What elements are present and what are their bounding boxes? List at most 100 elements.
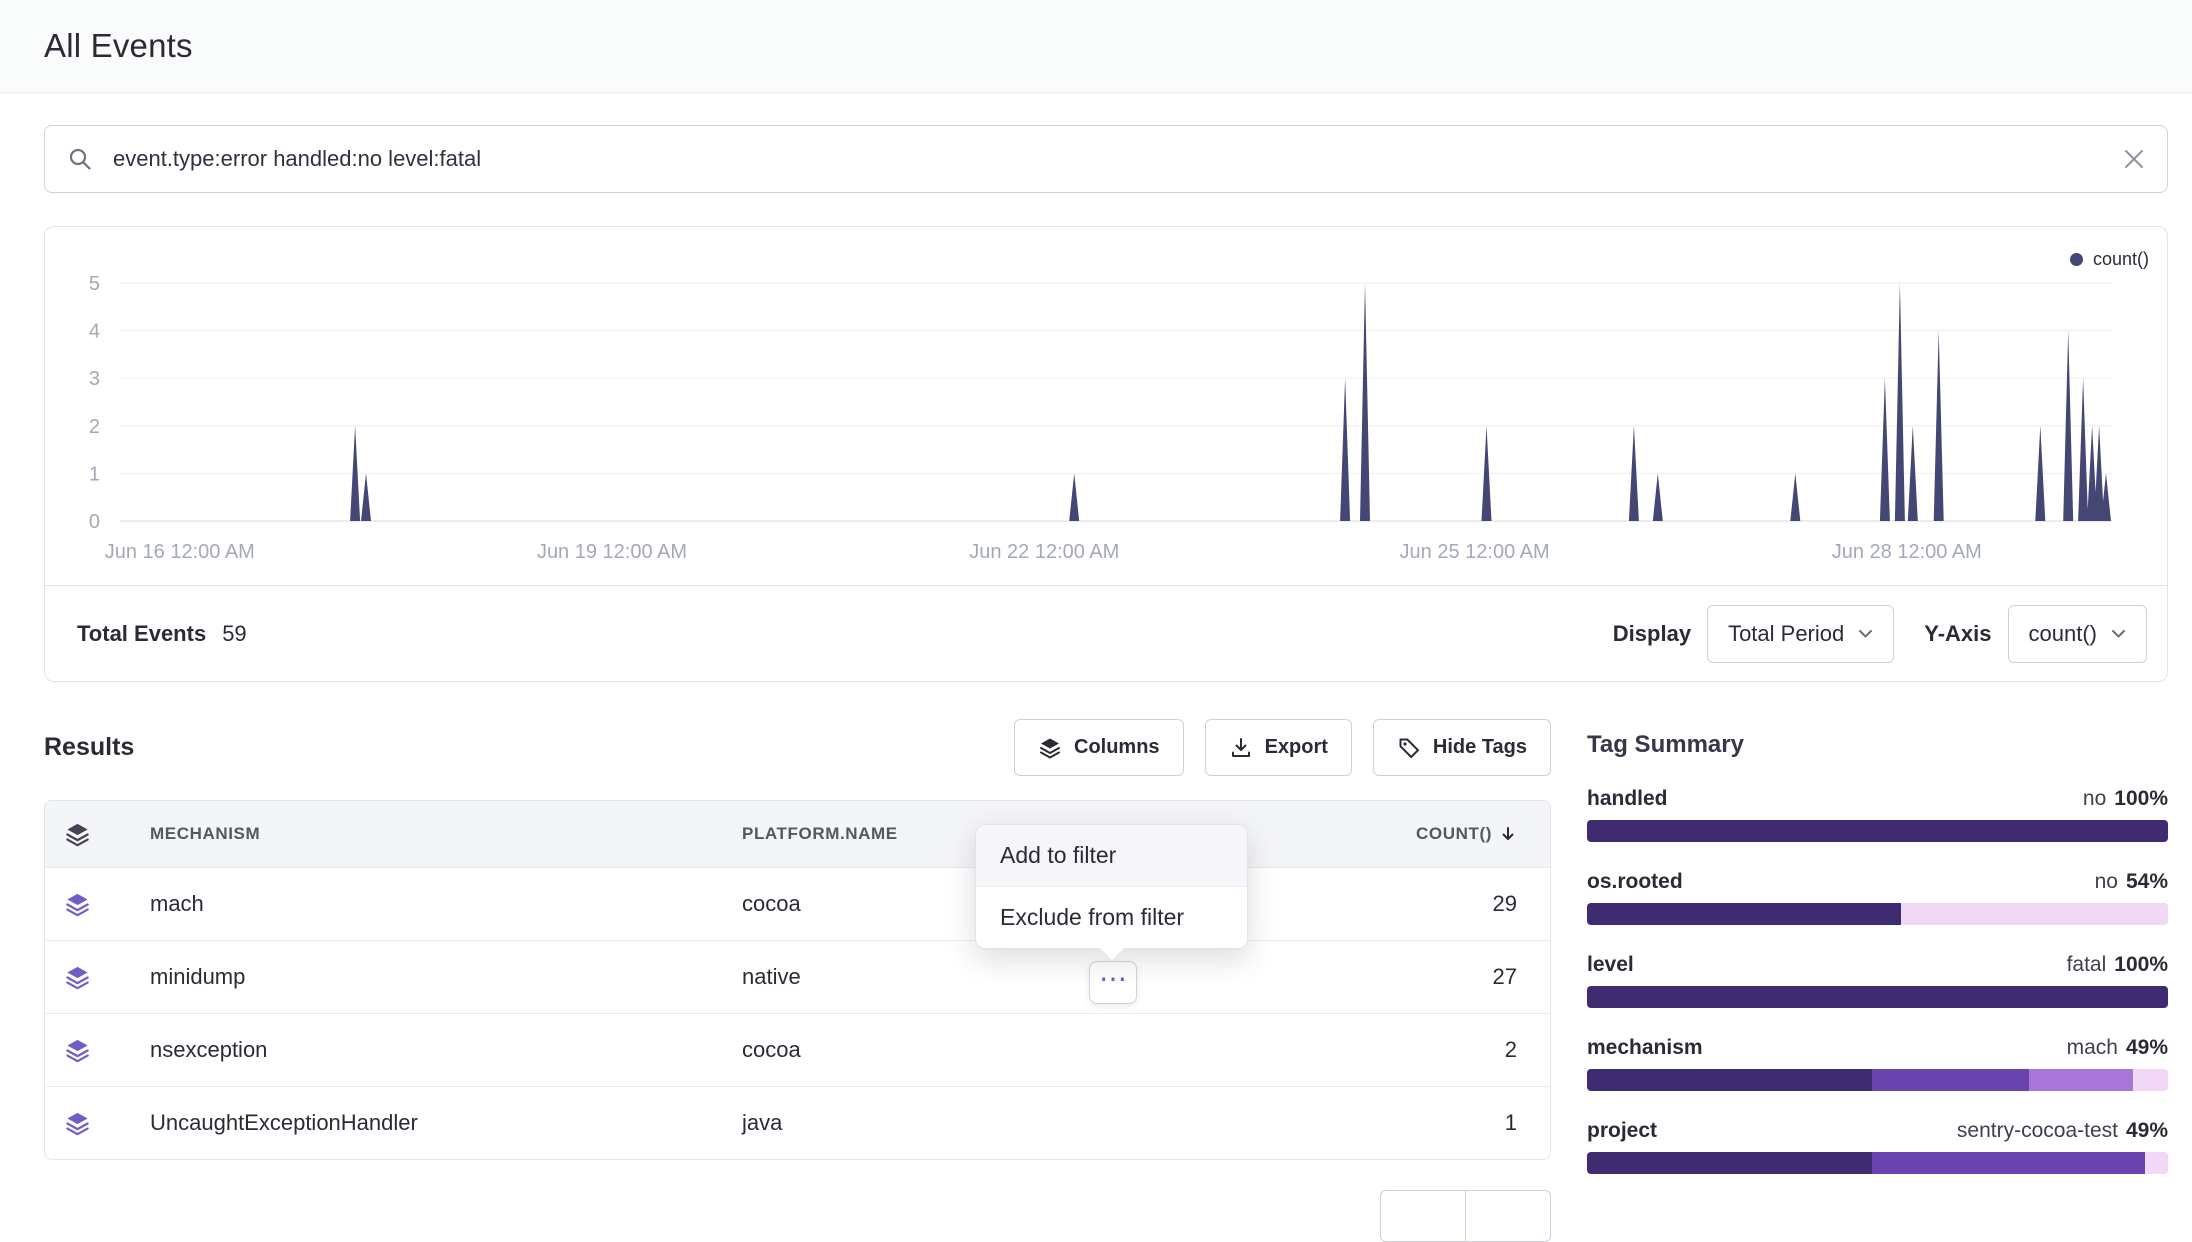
results-row: Results Columns Export — [44, 719, 2168, 1242]
tag-top-value: fatal100% — [2067, 953, 2168, 977]
table-row[interactable]: UncaughtExceptionHandler java 1 — [45, 1086, 1550, 1159]
column-header-mechanism[interactable]: MECHANISM — [109, 824, 742, 844]
cell-mechanism: mach — [109, 891, 742, 917]
cell-mechanism: UncaughtExceptionHandler — [109, 1110, 742, 1136]
yaxis-dropdown-value: count() — [2029, 621, 2097, 647]
cell-platform: native — [742, 964, 1357, 990]
chevron-down-icon — [2111, 629, 2126, 639]
table-row[interactable]: nsexception cocoa 2 — [45, 1013, 1550, 1086]
total-events-label: Total Events — [77, 621, 206, 647]
results-table: MECHANISM PLATFORM.NAME COUNT() mach coc… — [44, 800, 1551, 1160]
export-button-label: Export — [1265, 736, 1328, 759]
column-header-count[interactable]: COUNT() — [1357, 824, 1550, 844]
menu-item-add-to-filter[interactable]: Add to filter — [976, 825, 1247, 886]
y-tick-label: 2 — [89, 416, 100, 438]
x-tick-label: Jun 16 12:00 AM — [105, 541, 255, 563]
layers-icon — [45, 891, 109, 918]
layers-icon — [1038, 736, 1062, 760]
tag-bar-segment — [1587, 1152, 1872, 1174]
tag-bar-segment — [2133, 1069, 2168, 1091]
tag-bar — [1587, 820, 2168, 842]
tag-icon — [1397, 736, 1421, 760]
download-icon — [1229, 736, 1253, 760]
chart-area: 012345Jun 16 12:00 AMJun 19 12:00 AMJun … — [45, 227, 2167, 585]
count-series — [120, 283, 2112, 521]
columns-button[interactable]: Columns — [1014, 719, 1184, 776]
y-tick-label: 4 — [89, 321, 100, 343]
y-tick-label: 5 — [89, 273, 100, 295]
tag-bar-segment — [1587, 1069, 1872, 1091]
search-icon — [67, 146, 93, 172]
layers-icon — [45, 964, 109, 991]
pagination-prev-button[interactable] — [1380, 1190, 1466, 1242]
pagination — [44, 1190, 1551, 1242]
cell-count: 2 — [1357, 1037, 1550, 1063]
tag-name: handled — [1587, 787, 1668, 811]
tag-bar-segment — [2029, 1069, 2134, 1091]
tag-top-value: mach49% — [2067, 1036, 2168, 1060]
results-header: Results Columns Export — [44, 719, 1551, 776]
x-tick-label: Jun 19 12:00 AM — [537, 541, 687, 563]
tag-entry: os.rooted no54% — [1587, 870, 2168, 925]
ellipsis-icon: ⋯ — [1099, 965, 1127, 993]
columns-button-label: Columns — [1074, 736, 1160, 759]
export-button[interactable]: Export — [1205, 719, 1352, 776]
table-row[interactable]: minidump native 27 — [45, 940, 1550, 1013]
pagination-next-button[interactable] — [1465, 1190, 1551, 1242]
row-actions-button[interactable]: ⋯ — [1089, 961, 1137, 1004]
tag-summary-title: Tag Summary — [1587, 731, 2168, 759]
tag-bar-segment — [1587, 820, 2168, 842]
x-tick-label: Jun 28 12:00 AM — [1832, 541, 1982, 563]
results-section: Results Columns Export — [44, 719, 1551, 1242]
tag-bar — [1587, 986, 2168, 1008]
context-menu: Add to filter Exclude from filter — [975, 824, 1248, 949]
chart-legend: count() — [2070, 249, 2149, 270]
tag-bar-segment — [1872, 1069, 2029, 1091]
page-title: All Events — [44, 27, 2148, 65]
search-input[interactable] — [111, 145, 2105, 173]
display-dropdown[interactable]: Total Period — [1707, 605, 1894, 663]
tag-top-value: no54% — [2095, 870, 2168, 894]
cell-count: 29 — [1357, 891, 1550, 917]
main-content: 012345Jun 16 12:00 AMJun 19 12:00 AMJun … — [0, 93, 2192, 1242]
legend-dot — [2070, 253, 2083, 266]
tag-name: level — [1587, 953, 1634, 977]
tag-entry: mechanism mach49% — [1587, 1036, 2168, 1091]
tag-bar-segment — [1587, 903, 1901, 925]
tag-summary: Tag Summary handled no100% os.rooted no5… — [1587, 719, 2168, 1242]
cell-count: 1 — [1357, 1110, 1550, 1136]
search-bar — [44, 125, 2168, 193]
legend-label: count() — [2093, 249, 2149, 270]
hide-tags-button[interactable]: Hide Tags — [1373, 719, 1551, 776]
chart-footer: Total Events 59 Display Total Period Y-A… — [45, 585, 2167, 681]
tag-bar-segment — [1901, 903, 2168, 925]
cell-count: 27 — [1357, 964, 1550, 990]
tag-name: project — [1587, 1119, 1657, 1143]
y-tick-label: 1 — [89, 463, 100, 485]
layers-icon — [45, 1110, 109, 1137]
display-label: Display — [1613, 621, 1691, 647]
yaxis-dropdown[interactable]: count() — [2008, 605, 2147, 663]
x-tick-label: Jun 25 12:00 AM — [1400, 541, 1550, 563]
cell-mechanism: nsexception — [109, 1037, 742, 1063]
hide-tags-button-label: Hide Tags — [1433, 736, 1527, 759]
tag-name: os.rooted — [1587, 870, 1683, 894]
tag-entry: handled no100% — [1587, 787, 2168, 842]
chart-controls: Display Total Period Y-Axis count() — [1613, 605, 2147, 663]
x-tick-label: Jun 22 12:00 AM — [969, 541, 1119, 563]
tag-top-value: sentry-cocoa-test49% — [1957, 1119, 2168, 1143]
layers-icon — [45, 1037, 109, 1064]
total-events-value: 59 — [222, 621, 246, 647]
tag-top-value: no100% — [2083, 787, 2168, 811]
results-title: Results — [44, 733, 134, 762]
tag-bar — [1587, 1152, 2168, 1174]
chevron-down-icon — [1858, 629, 1873, 639]
yaxis-label: Y-Axis — [1924, 621, 1991, 647]
events-chart[interactable]: 012345Jun 16 12:00 AMJun 19 12:00 AMJun … — [45, 227, 2167, 585]
clear-search-icon[interactable] — [2123, 148, 2145, 170]
events-chart-panel: 012345Jun 16 12:00 AMJun 19 12:00 AMJun … — [44, 226, 2168, 682]
tag-bar — [1587, 903, 2168, 925]
cell-platform: cocoa — [742, 1037, 1357, 1063]
sort-desc-icon — [1499, 825, 1517, 843]
table-row[interactable]: mach cocoa 29 — [45, 867, 1550, 940]
